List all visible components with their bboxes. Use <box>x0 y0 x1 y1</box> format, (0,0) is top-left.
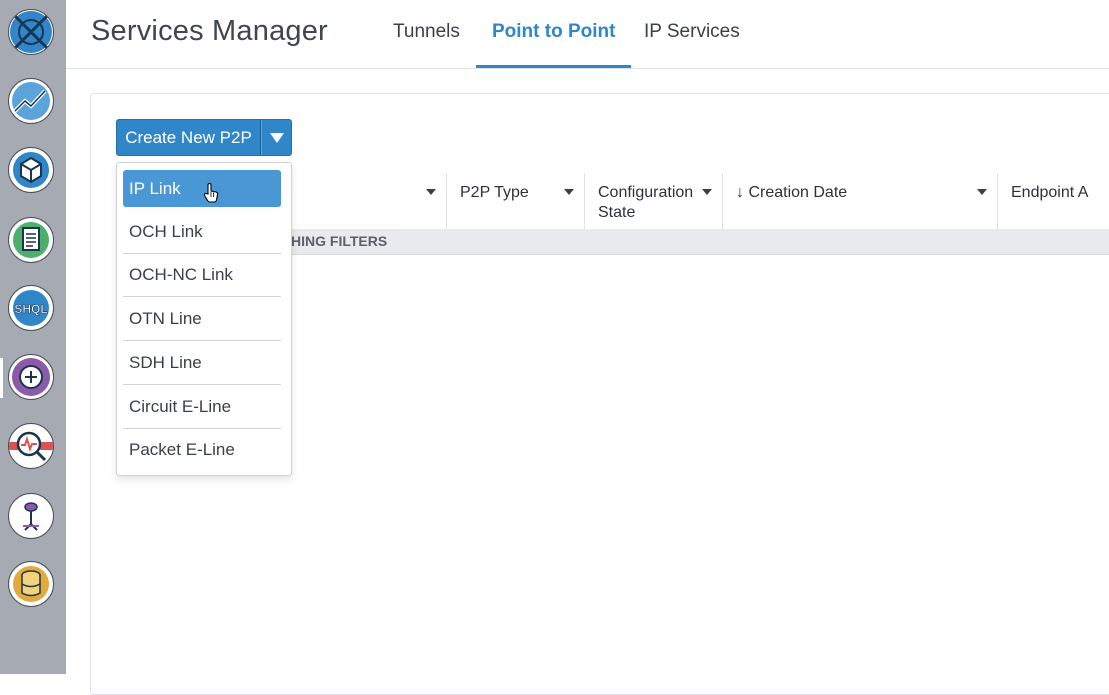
create-new-p2p-button[interactable]: Create New P2P <box>116 119 292 156</box>
column-menu-caret-icon[interactable] <box>426 189 436 195</box>
create-type-dropdown: IP Link OCH Link OCH-NC Link OTN Line SD… <box>116 162 292 476</box>
active-rail-marker <box>0 358 3 398</box>
add-service-icon[interactable] <box>8 354 54 400</box>
empty-table-message: HING FILTERS <box>291 229 1109 255</box>
svg-text:SHQL: SHQL <box>14 302 47 316</box>
tab-ip-services[interactable]: IP Services <box>644 21 740 68</box>
column-header-p2p-type[interactable]: P2P Type <box>447 173 585 229</box>
column-header-endpoint-a[interactable]: Endpoint A <box>998 173 1109 229</box>
table-header: P2P Type Configuration State ↓ Creation … <box>291 173 1109 230</box>
shql-icon[interactable]: SHQL <box>8 285 54 331</box>
menu-item-otn-line[interactable]: OTN Line <box>123 298 281 341</box>
menu-item-circuit-e-line[interactable]: Circuit E-Line <box>123 386 281 429</box>
hand-cursor-icon <box>203 183 219 203</box>
cube-icon[interactable] <box>8 147 54 193</box>
tab-tunnels[interactable]: Tunnels <box>393 21 460 68</box>
menu-item-ip-link[interactable]: IP Link <box>123 170 281 207</box>
dropdown-toggle-button[interactable] <box>261 120 291 155</box>
column-header-creation-date[interactable]: ↓ Creation Date <box>723 173 998 229</box>
health-search-icon[interactable] <box>8 423 54 469</box>
globe-network-icon[interactable] <box>8 9 54 55</box>
app-title: Services Manager <box>91 15 328 47</box>
menu-item-sdh-line[interactable]: SDH Line <box>123 342 281 385</box>
menu-item-och-link[interactable]: OCH Link <box>123 211 281 254</box>
create-new-p2p-label[interactable]: Create New P2P <box>117 120 261 155</box>
caret-down-icon <box>269 132 284 143</box>
column-menu-caret-icon[interactable] <box>977 189 987 195</box>
column-header-name[interactable] <box>291 173 447 229</box>
menu-item-packet-e-line[interactable]: Packet E-Line <box>123 429 281 472</box>
nav-rail: SHQL <box>0 0 66 674</box>
menu-item-och-nc-link[interactable]: OCH-NC Link <box>123 254 281 297</box>
column-menu-caret-icon[interactable] <box>702 189 712 195</box>
document-icon[interactable] <box>8 217 54 263</box>
tab-point-to-point[interactable]: Point to Point <box>476 21 632 68</box>
antenna-icon[interactable] <box>8 493 54 539</box>
app-header: Services Manager Tunnels Point to Point … <box>66 0 1109 69</box>
column-menu-caret-icon[interactable] <box>564 189 574 195</box>
analytics-chart-icon[interactable] <box>8 78 54 124</box>
database-icon[interactable] <box>8 561 54 607</box>
column-header-configuration-state[interactable]: Configuration State <box>585 173 723 229</box>
